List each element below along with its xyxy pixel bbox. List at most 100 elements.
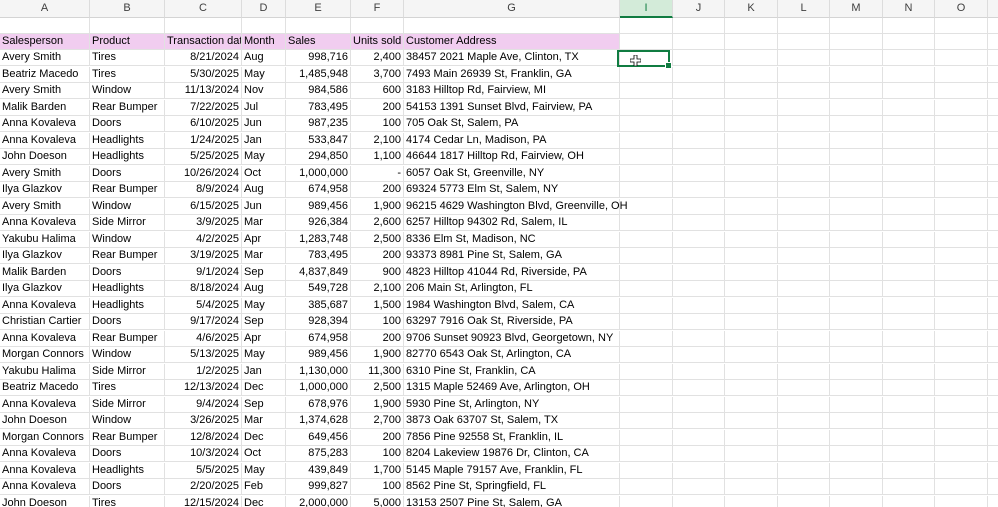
cell-transaction-date[interactable]: 8/18/2024: [165, 281, 242, 297]
cell[interactable]: [988, 430, 998, 446]
cell[interactable]: [165, 18, 242, 34]
cell[interactable]: [673, 215, 725, 231]
cell[interactable]: [883, 215, 935, 231]
cell[interactable]: [725, 116, 778, 132]
cell[interactable]: [673, 132, 725, 149]
cell[interactable]: [673, 248, 725, 264]
cell[interactable]: [935, 182, 988, 198]
cell-customer-address[interactable]: 5145 Maple 79157 Ave, Franklin, FL: [404, 462, 620, 479]
cell[interactable]: [830, 99, 883, 116]
cell[interactable]: [778, 429, 830, 446]
cell-product[interactable]: Doors: [90, 116, 165, 132]
cell[interactable]: [778, 50, 830, 66]
cell-customer-address[interactable]: 93373 8981 Pine St, Salem, GA: [404, 248, 620, 264]
cell[interactable]: [935, 165, 988, 182]
cell[interactable]: [935, 297, 988, 314]
header-salesperson[interactable]: Salesperson: [0, 34, 90, 50]
cell-units-sold[interactable]: 2,600: [351, 215, 404, 231]
cell[interactable]: [778, 215, 830, 231]
cell[interactable]: [778, 347, 830, 363]
cell[interactable]: [935, 330, 988, 347]
cell[interactable]: [778, 34, 830, 50]
cell-customer-address[interactable]: 9706 Sunset 90923 Blvd, Georgetown, NY: [404, 330, 620, 347]
cell[interactable]: [725, 132, 778, 149]
cell[interactable]: [830, 429, 883, 446]
cell-units-sold[interactable]: 1,900: [351, 198, 404, 215]
header-units-sold[interactable]: Units sold: [351, 34, 404, 50]
cell[interactable]: [778, 182, 830, 198]
cell[interactable]: [725, 34, 778, 50]
cell[interactable]: [778, 380, 830, 396]
cell[interactable]: [778, 149, 830, 165]
cell[interactable]: [883, 231, 935, 248]
cell-units-sold[interactable]: 1,500: [351, 297, 404, 314]
cell[interactable]: [935, 446, 988, 462]
cell-transaction-date[interactable]: 5/25/2025: [165, 149, 242, 165]
cell[interactable]: [620, 248, 673, 264]
cell-transaction-date[interactable]: 5/4/2025: [165, 297, 242, 314]
cell-transaction-date[interactable]: 11/13/2024: [165, 83, 242, 99]
cell[interactable]: [988, 67, 998, 83]
cell-salesperson[interactable]: Avery Smith: [0, 165, 90, 182]
cell[interactable]: [988, 265, 998, 281]
cell[interactable]: [883, 347, 935, 363]
cell-month[interactable]: Mar: [242, 215, 286, 231]
cell-customer-address[interactable]: 46644 1817 Hilltop Rd, Fairview, OH: [404, 149, 620, 165]
cell-month[interactable]: May: [242, 149, 286, 165]
cell-units-sold[interactable]: 11,300: [351, 363, 404, 380]
cell-sales[interactable]: 678,976: [286, 396, 351, 413]
cell-salesperson[interactable]: Beatriz Macedo: [0, 66, 90, 83]
cell[interactable]: [778, 248, 830, 264]
cell[interactable]: [883, 396, 935, 413]
cell-customer-address[interactable]: 1984 Washington Blvd, Salem, CA: [404, 297, 620, 314]
cell-month[interactable]: Sep: [242, 264, 286, 281]
cell[interactable]: [988, 83, 998, 99]
cell[interactable]: [830, 264, 883, 281]
cell-salesperson[interactable]: Anna Kovaleva: [0, 462, 90, 479]
cell-units-sold[interactable]: 900: [351, 264, 404, 281]
cell[interactable]: [620, 215, 673, 231]
cell-sales[interactable]: 783,495: [286, 248, 351, 264]
cell[interactable]: [883, 297, 935, 314]
cell[interactable]: [883, 66, 935, 83]
cell[interactable]: [988, 248, 998, 264]
cell-month[interactable]: Nov: [242, 83, 286, 99]
cell[interactable]: [620, 462, 673, 479]
cell-product[interactable]: Side Mirror: [90, 215, 165, 231]
cell-sales[interactable]: 549,728: [286, 281, 351, 297]
cell-customer-address[interactable]: 54153 1391 Sunset Blvd, Fairview, PA: [404, 99, 620, 116]
cell[interactable]: [778, 281, 830, 297]
cell-customer-address[interactable]: 13153 2507 Pine St, Salem, GA: [404, 495, 620, 507]
cell-month[interactable]: Mar: [242, 413, 286, 429]
cell[interactable]: [935, 479, 988, 495]
cell[interactable]: [830, 363, 883, 380]
cell[interactable]: [778, 314, 830, 330]
cell[interactable]: [988, 479, 998, 495]
cell-month[interactable]: Sep: [242, 314, 286, 330]
cell-units-sold[interactable]: 200: [351, 330, 404, 347]
cell[interactable]: [883, 248, 935, 264]
cell-customer-address[interactable]: 8204 Lakeview 19876 Dr, Clinton, CA: [404, 446, 620, 462]
cell-units-sold[interactable]: 200: [351, 429, 404, 446]
cell[interactable]: [988, 50, 998, 66]
column-header-n[interactable]: N: [883, 0, 935, 18]
cell[interactable]: [778, 330, 830, 347]
cell[interactable]: [778, 363, 830, 380]
column-header-i[interactable]: I: [620, 0, 673, 18]
cell[interactable]: [830, 34, 883, 50]
cell[interactable]: [830, 479, 883, 495]
column-header-m[interactable]: M: [830, 0, 883, 18]
cell[interactable]: [988, 232, 998, 248]
cell[interactable]: [725, 297, 778, 314]
cell[interactable]: [830, 165, 883, 182]
cell[interactable]: [778, 99, 830, 116]
column-header-l[interactable]: L: [778, 0, 830, 18]
cell[interactable]: [286, 18, 351, 34]
cell[interactable]: [830, 231, 883, 248]
cell-month[interactable]: Mar: [242, 248, 286, 264]
cell[interactable]: [988, 199, 998, 215]
cell[interactable]: [883, 182, 935, 198]
cell[interactable]: [725, 429, 778, 446]
cell[interactable]: [935, 413, 988, 429]
cell[interactable]: [725, 264, 778, 281]
